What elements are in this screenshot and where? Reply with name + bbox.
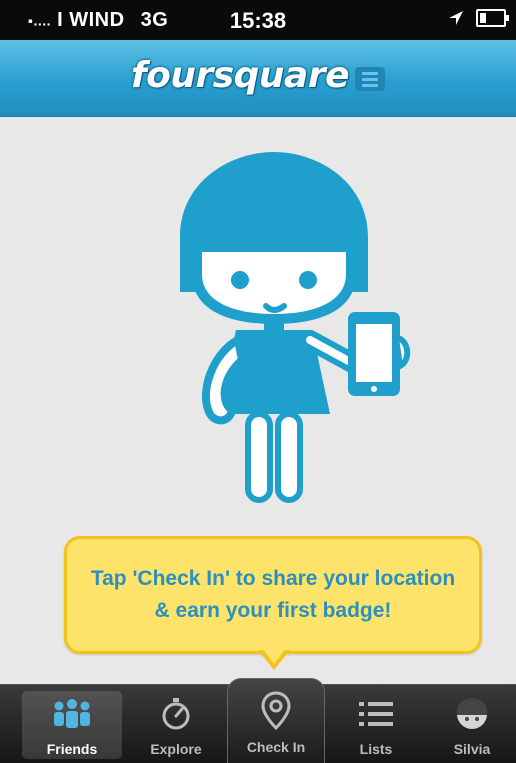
girl-with-phone-illustration	[180, 152, 411, 503]
tab-check-in[interactable]: Check In	[227, 678, 325, 763]
status-bar: ▪.... I WIND 3G 15:38	[0, 0, 516, 40]
status-time: 15:38	[229, 8, 287, 33]
foursquare-logo: foursquare	[130, 54, 350, 96]
nav-bar: foursquare	[0, 40, 516, 117]
friends-icon	[54, 699, 90, 728]
tab-profile[interactable]: Silvia	[422, 685, 516, 763]
location-arrow-icon	[449, 11, 463, 25]
tab-label: Explore	[150, 741, 202, 757]
tooltip-text: Tap 'Check In' to share your location & …	[90, 567, 456, 622]
tooltip-pointer-fill	[262, 648, 286, 664]
onboarding-tooltip: Tap 'Check In' to share your location & …	[64, 536, 482, 654]
tab-label: Friends	[46, 741, 98, 757]
tab-label: Lists	[359, 741, 393, 757]
menu-icon[interactable]	[355, 67, 386, 91]
compass-icon	[162, 698, 190, 730]
tab-friends[interactable]: Friends	[22, 691, 122, 759]
tab-lists[interactable]: Lists	[326, 685, 426, 763]
tab-label: Check In	[246, 739, 306, 755]
map-pin-icon	[261, 691, 291, 731]
list-icon	[359, 702, 393, 726]
tab-explore[interactable]: Explore	[126, 685, 226, 763]
battery-icon	[476, 9, 509, 27]
tab-label: Silvia	[453, 741, 491, 757]
avatar-icon	[457, 698, 487, 729]
